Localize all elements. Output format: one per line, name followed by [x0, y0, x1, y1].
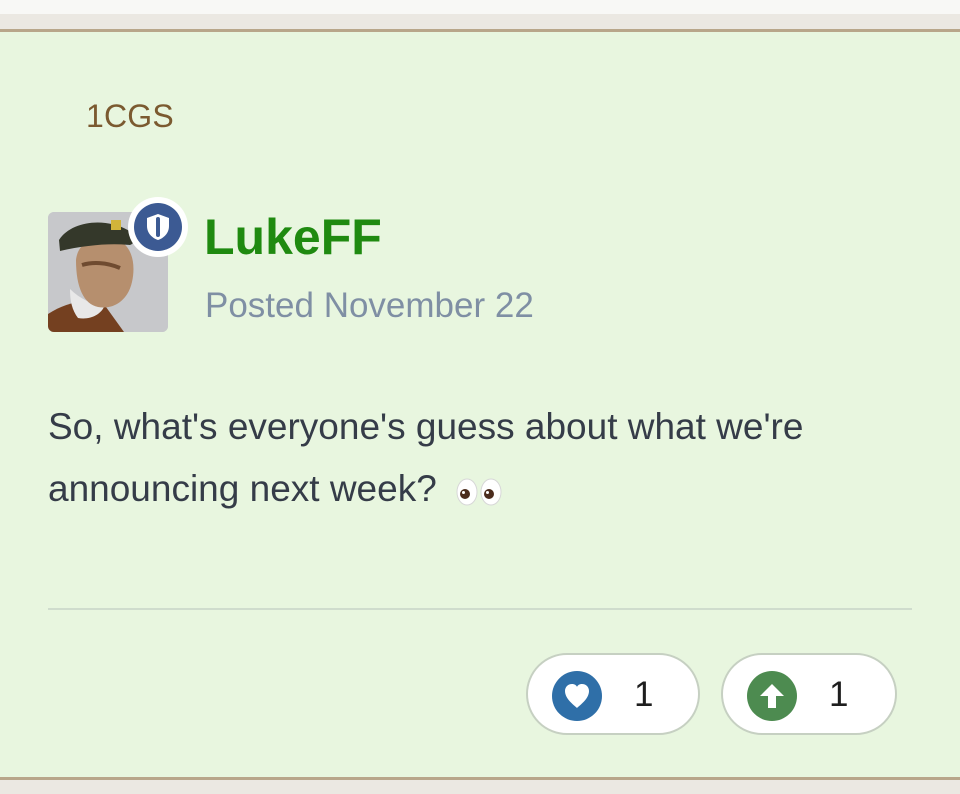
post-date: Posted November 22 — [205, 286, 534, 325]
badge-inner — [134, 203, 182, 251]
like-count: 1 — [634, 675, 654, 714]
shield-icon — [147, 214, 169, 240]
group-label[interactable]: 1CGS — [86, 98, 174, 135]
upvote-arrow-icon — [760, 684, 784, 708]
upvote-count: 1 — [829, 675, 849, 714]
top-strip — [0, 0, 960, 14]
heart-icon-wrap — [552, 671, 602, 721]
top-band — [0, 14, 960, 29]
author-name[interactable]: LukeFF — [204, 208, 382, 266]
bottom-strip — [0, 780, 960, 794]
upvote-icon-wrap — [747, 671, 797, 721]
badge — [128, 197, 188, 257]
post-card: 1CGS LukeFF Posted November 22 So, what'… — [0, 29, 960, 780]
eyes-emoji — [455, 464, 503, 526]
heart-icon — [565, 684, 589, 708]
divider — [48, 608, 912, 610]
upvote-reaction-button[interactable]: 1 — [721, 653, 897, 735]
post-text: So, what's everyone's guess about what w… — [48, 406, 804, 509]
post-body: So, what's everyone's guess about what w… — [48, 396, 928, 526]
like-reaction-button[interactable]: 1 — [526, 653, 700, 735]
